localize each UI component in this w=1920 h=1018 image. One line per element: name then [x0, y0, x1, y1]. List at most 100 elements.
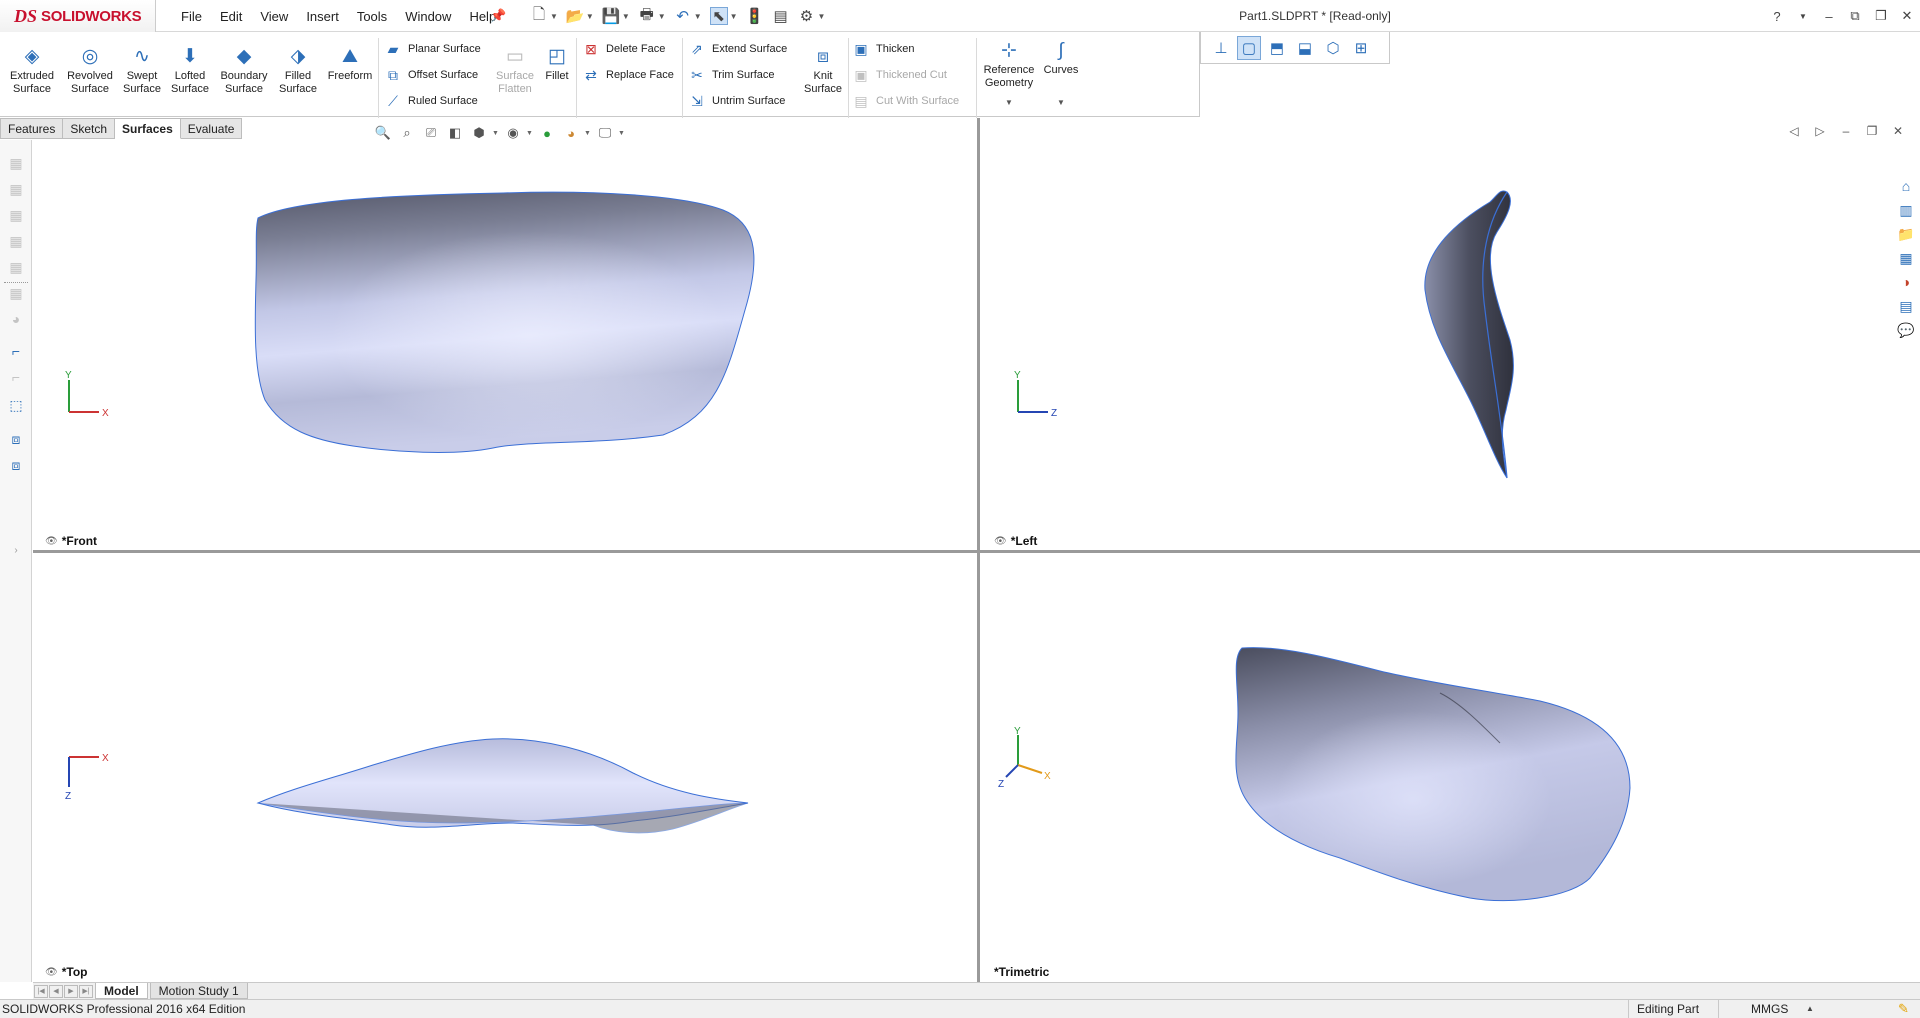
- menu-view[interactable]: View: [251, 9, 297, 24]
- eye-icon[interactable]: 👁: [45, 967, 58, 978]
- solidworks-logo[interactable]: DS SOLIDWORKS: [0, 0, 156, 32]
- viewport-trimetric[interactable]: Y X Z *Trimetric: [980, 553, 1892, 982]
- thicken-button[interactable]: ▣ Thicken: [852, 38, 914, 60]
- select-button[interactable]: ⬉ ▼: [708, 5, 740, 27]
- chevron-down-icon[interactable]: ▼: [1057, 98, 1065, 107]
- surface-flatten-button[interactable]: ▭ Surface Flatten: [489, 46, 541, 96]
- knit-surface-button[interactable]: ⧈ Knit Surface: [798, 46, 848, 96]
- forum-icon[interactable]: 💬: [1896, 320, 1916, 340]
- feature-tree-icon[interactable]: ▦: [7, 154, 25, 172]
- viewport-left[interactable]: Y Z 👁 *Left: [980, 140, 1892, 550]
- line-tool-icon[interactable]: ⌐: [7, 368, 25, 386]
- menu-insert[interactable]: Insert: [297, 9, 348, 24]
- prev-tab-icon[interactable]: ◀: [49, 984, 63, 998]
- tab-evaluate[interactable]: Evaluate: [180, 118, 243, 139]
- appearance-icon[interactable]: ◕: [7, 310, 25, 328]
- print-button[interactable]: 🖶 ▼: [636, 5, 668, 27]
- planar-surface-button[interactable]: ▰ Planar Surface: [384, 38, 481, 60]
- expand-panel-icon[interactable]: ›: [7, 542, 25, 560]
- tile-button[interactable]: ⧉: [1842, 8, 1868, 24]
- menu-window[interactable]: Window: [396, 9, 460, 24]
- chevron-down-icon[interactable]: ▼: [586, 12, 594, 21]
- single-view-icon[interactable]: ▢: [1237, 35, 1261, 60]
- two-view-horizontal-icon[interactable]: ⬒: [1265, 36, 1289, 60]
- restore-viewport-icon[interactable]: ❐: [1864, 124, 1880, 138]
- new-document-button[interactable]: 🗋 ▼: [528, 5, 560, 27]
- reference-geometry-button[interactable]: ⊹ Reference Geometry: [980, 40, 1038, 90]
- tab-features[interactable]: Features: [0, 118, 64, 139]
- filled-surface-button[interactable]: ⬗ Filled Surface: [270, 46, 326, 96]
- menu-tools[interactable]: Tools: [348, 9, 396, 24]
- tab-sketch[interactable]: Sketch: [63, 118, 116, 139]
- chevron-down-icon[interactable]: ▼: [526, 130, 534, 137]
- file-properties-button[interactable]: ▤: [770, 5, 792, 27]
- next-tab-icon[interactable]: ▶: [64, 984, 78, 998]
- boundary-surface-button[interactable]: ◆ Boundary Surface: [216, 46, 272, 96]
- save-button[interactable]: 💾 ▼: [600, 5, 632, 27]
- fillet-button[interactable]: ◰ Fillet: [537, 46, 577, 83]
- minimize-viewport-icon[interactable]: –: [1838, 124, 1854, 138]
- menu-file[interactable]: File: [172, 9, 211, 24]
- eye-icon[interactable]: 👁: [994, 536, 1007, 547]
- normal-to-icon[interactable]: ⊥: [1209, 36, 1233, 60]
- design-library-icon[interactable]: ▥: [1896, 200, 1916, 220]
- property-manager-icon[interactable]: ▦: [7, 180, 25, 198]
- extend-surface-button[interactable]: ⇗ Extend Surface: [688, 38, 787, 60]
- tab-surfaces[interactable]: Surfaces: [115, 118, 181, 139]
- chevron-down-icon[interactable]: ▼: [550, 12, 558, 21]
- sketch-tool-icon[interactable]: ⌐: [7, 342, 25, 360]
- chevron-up-icon[interactable]: ▲: [1806, 1000, 1814, 1018]
- last-tab-icon[interactable]: ▶|: [79, 984, 93, 998]
- help-button[interactable]: ?: [1764, 9, 1790, 24]
- previous-panel-icon[interactable]: ◁: [1786, 124, 1802, 138]
- chevron-down-icon[interactable]: ▼: [694, 12, 702, 21]
- options-button[interactable]: ⚙ ▼: [796, 5, 828, 27]
- tab-model[interactable]: Model: [95, 983, 148, 999]
- undo-button[interactable]: ↶ ▼: [672, 5, 704, 27]
- tab-motion-study[interactable]: Motion Study 1: [149, 983, 248, 999]
- next-panel-icon[interactable]: ▷: [1812, 124, 1828, 138]
- four-view-icon[interactable]: ⊞: [1349, 36, 1373, 60]
- configuration-manager-icon[interactable]: ▦: [7, 206, 25, 224]
- first-tab-icon[interactable]: |◀: [34, 984, 48, 998]
- curves-button[interactable]: ∫ Curves: [1036, 40, 1086, 77]
- ruled-surface-button[interactable]: ⟋ Ruled Surface: [384, 90, 478, 112]
- extruded-surface-button[interactable]: ◈ Extruded Surface: [4, 46, 60, 96]
- revolved-surface-button[interactable]: ◎ Revolved Surface: [62, 46, 118, 96]
- offset-surface-button[interactable]: ⧉ Offset Surface: [384, 64, 478, 86]
- custom-properties-icon[interactable]: ▤: [1896, 296, 1916, 316]
- rebuild-status-icon[interactable]: ✎: [1898, 1000, 1909, 1018]
- isometric-view-icon[interactable]: ⬡: [1321, 36, 1345, 60]
- display-manager-icon[interactable]: ▦: [7, 258, 25, 276]
- view-palette-icon[interactable]: ▦: [1896, 248, 1916, 268]
- chevron-down-icon[interactable]: ▼: [584, 130, 592, 137]
- assembly-icon[interactable]: ⧈: [7, 430, 25, 448]
- chevron-down-icon[interactable]: ▼: [492, 130, 500, 137]
- trim-surface-button[interactable]: ✂ Trim Surface: [688, 64, 774, 86]
- cam-icon[interactable]: ▦: [7, 284, 25, 302]
- appearances-icon[interactable]: ◑: [1896, 272, 1916, 292]
- cut-with-surface-button[interactable]: ▤ Cut With Surface: [852, 90, 959, 112]
- thickened-cut-button[interactable]: ▣ Thickened Cut: [852, 64, 947, 86]
- chevron-down-icon[interactable]: ▼: [818, 12, 826, 21]
- untrim-surface-button[interactable]: ⇲ Untrim Surface: [688, 90, 785, 112]
- replace-face-button[interactable]: ⇄ Replace Face: [582, 64, 674, 86]
- chevron-down-icon[interactable]: ▼: [622, 12, 630, 21]
- file-explorer-icon[interactable]: 📁: [1896, 224, 1916, 244]
- menu-edit[interactable]: Edit: [211, 9, 251, 24]
- open-button[interactable]: 📂 ▼: [564, 5, 596, 27]
- chevron-down-icon[interactable]: ▼: [658, 12, 666, 21]
- pin-menu-icon[interactable]: 📌: [490, 8, 506, 23]
- close-viewport-icon[interactable]: ✕: [1890, 124, 1906, 138]
- help-dropdown[interactable]: ▼: [1790, 12, 1816, 21]
- viewport-top[interactable]: X Z 👁 *Top: [33, 553, 977, 982]
- freeform-button[interactable]: ⛰ Freeform: [322, 46, 378, 83]
- minimize-button[interactable]: –: [1816, 9, 1842, 24]
- rebuild-button[interactable]: 🚦: [744, 5, 766, 27]
- viewport-front[interactable]: Y X 👁 *Front: [33, 140, 977, 550]
- two-view-vertical-icon[interactable]: ⬓: [1293, 36, 1317, 60]
- dimxpert-icon[interactable]: ▦: [7, 232, 25, 250]
- lofted-surface-button[interactable]: ⬇ Lofted Surface: [162, 46, 218, 96]
- chevron-down-icon[interactable]: ▼: [730, 12, 738, 21]
- chevron-down-icon[interactable]: ▼: [618, 130, 626, 137]
